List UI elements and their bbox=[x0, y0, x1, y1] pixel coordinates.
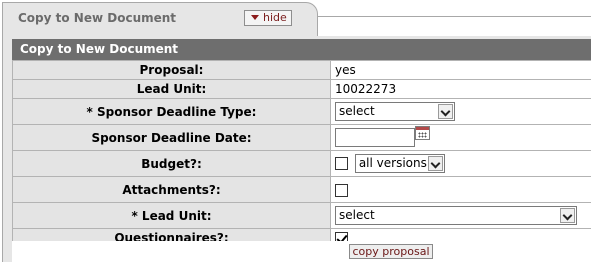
row-sponsor-deadline-type: * Sponsor Deadline Type: select bbox=[12, 98, 591, 125]
tab-bar: Copy to New Document hide bbox=[0, 0, 591, 36]
copy-panel: Copy to New Document Proposal: yes Lead … bbox=[2, 36, 591, 262]
lead-unit-value: 10022273 bbox=[330, 79, 591, 99]
copy-proposal-button[interactable]: copy proposal bbox=[349, 244, 433, 259]
attachments-label: Attachments?: bbox=[12, 176, 331, 203]
row-budget: Budget?: all versions bbox=[12, 150, 591, 177]
row-attachments: Attachments?: bbox=[12, 176, 591, 203]
lead-unit-select-label: * Lead Unit: bbox=[12, 202, 331, 229]
proposal-label: Proposal: bbox=[12, 60, 331, 80]
section-header: Copy to New Document bbox=[12, 39, 591, 60]
budget-label: Budget?: bbox=[12, 150, 331, 177]
chevron-down-icon bbox=[560, 208, 575, 223]
sponsor-deadline-type-selected: select bbox=[339, 104, 375, 118]
lead-unit-select-selected: select bbox=[339, 208, 375, 222]
sponsor-deadline-type-label: * Sponsor Deadline Type: bbox=[12, 98, 331, 125]
row-proposal: Proposal: yes bbox=[12, 60, 591, 80]
hide-button[interactable]: hide bbox=[244, 10, 292, 26]
button-row: copy proposal bbox=[12, 241, 591, 262]
budget-versions-selected: all versions bbox=[358, 156, 427, 170]
sponsor-deadline-date-input[interactable] bbox=[335, 128, 415, 147]
budget-versions-select[interactable]: all versions bbox=[354, 154, 445, 173]
calendar-icon[interactable] bbox=[415, 126, 430, 140]
triangle-down-icon bbox=[251, 15, 259, 20]
chevron-down-icon bbox=[438, 104, 453, 119]
proposal-value: yes bbox=[330, 60, 591, 80]
budget-checkbox[interactable] bbox=[335, 157, 348, 170]
tab-copy-to-new-document: Copy to New Document hide bbox=[2, 2, 318, 36]
row-lead-unit-select: * Lead Unit: select bbox=[12, 202, 591, 229]
row-sponsor-deadline-date: Sponsor Deadline Date: bbox=[12, 124, 591, 151]
lead-unit-select[interactable]: select bbox=[335, 206, 577, 225]
copy-form-table: Proposal: yes Lead Unit: 10022273 * Spon… bbox=[12, 60, 591, 248]
sponsor-deadline-date-label: Sponsor Deadline Date: bbox=[12, 124, 331, 151]
tab-divider bbox=[318, 16, 591, 17]
lead-unit-label: Lead Unit: bbox=[12, 79, 331, 99]
attachments-checkbox[interactable] bbox=[335, 183, 348, 197]
hide-label: hide bbox=[263, 11, 287, 24]
tab-title: Copy to New Document bbox=[18, 11, 177, 25]
row-lead-unit: Lead Unit: 10022273 bbox=[12, 79, 591, 99]
sponsor-deadline-type-select[interactable]: select bbox=[335, 102, 455, 121]
chevron-down-icon bbox=[427, 156, 443, 171]
